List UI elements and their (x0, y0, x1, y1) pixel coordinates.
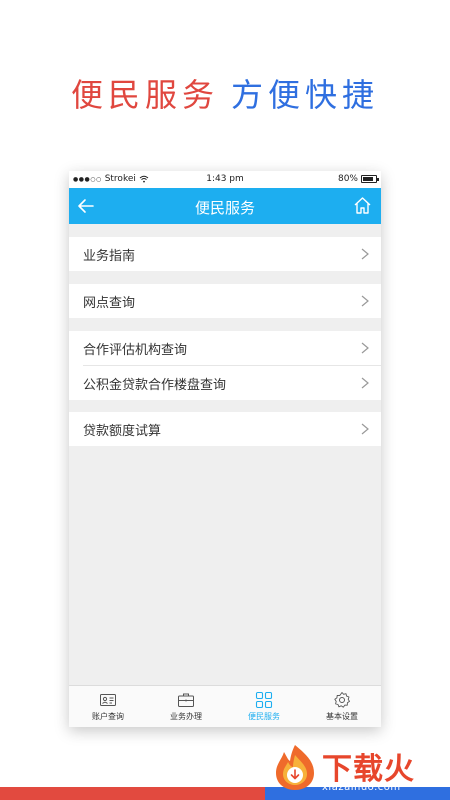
menu-item-label: 贷款额度试算 (83, 423, 162, 439)
headline-part-2: 方便快捷 (231, 76, 380, 114)
brand-logo: 下载火 xiazaihuo.com (262, 738, 450, 800)
chevron-right-icon (361, 342, 369, 354)
menu-item-label: 公积金贷款合作楼盘查询 (83, 377, 227, 393)
nav-bar: 便民服务 (69, 188, 381, 224)
gear-icon (334, 692, 350, 708)
promo-page: 便民服务 方便快捷 ●●●○○ Strokei 1:43 pm 80% 便民服务… (0, 0, 450, 800)
briefcase-icon (178, 693, 194, 707)
tab-label: 业务办理 (170, 712, 202, 721)
grid-icon (255, 691, 273, 709)
menu-item-label: 合作评估机构查询 (83, 342, 188, 358)
menu-item-loan-calculator[interactable]: 贷款额度试算 (69, 412, 381, 446)
chevron-right-icon (361, 423, 369, 435)
menu-item-business-guide[interactable]: 业务指南 (69, 237, 381, 271)
battery-percent: 80% (337, 174, 358, 184)
menu-item-loan-property-query[interactable]: 公积金贷款合作楼盘查询 (69, 366, 381, 400)
tab-label: 基本设置 (326, 712, 358, 721)
menu-item-label: 网点查询 (83, 295, 136, 311)
menu-group: 网点查询 (69, 284, 381, 318)
menu-group: 业务指南 (69, 237, 381, 271)
page-title: 便民服务 (194, 199, 255, 217)
chevron-right-icon (361, 248, 369, 260)
promo-headline: 便民服务 方便快捷 (0, 70, 450, 116)
chevron-right-icon (361, 377, 369, 389)
chevron-right-icon (361, 295, 369, 307)
tab-label: 账户查询 (92, 712, 124, 721)
menu-item-appraisal-agency-query[interactable]: 合作评估机构查询 (69, 331, 381, 365)
phone-screen: ●●●○○ Strokei 1:43 pm 80% 便民服务 业务指南 网点查询… (69, 171, 381, 727)
menu-group: 合作评估机构查询 公积金贷款合作楼盘查询 (69, 331, 381, 400)
tab-settings[interactable]: 基本设置 (303, 686, 381, 727)
tab-bar: 账户查询 业务办理 便民服务 基本设置 (69, 685, 381, 727)
status-time: 1:43 pm (206, 174, 244, 184)
tab-account-query[interactable]: 账户查询 (69, 686, 147, 727)
tab-label: 便民服务 (248, 712, 280, 721)
menu-group: 贷款额度试算 (69, 412, 381, 446)
menu-item-branch-query[interactable]: 网点查询 (69, 284, 381, 318)
status-bar: ●●●○○ Strokei 1:43 pm 80% (69, 171, 381, 188)
logo-url: xiazaihuo.com (322, 782, 401, 793)
id-card-icon (100, 694, 116, 706)
bottom-stripe-red (0, 787, 265, 800)
menu-item-label: 业务指南 (83, 248, 136, 264)
home-icon[interactable] (353, 196, 372, 215)
battery-icon (361, 175, 379, 183)
tab-business[interactable]: 业务办理 (147, 686, 225, 727)
flame-logo-icon (276, 745, 314, 790)
tab-convenience-services[interactable]: 便民服务 (225, 686, 303, 727)
headline-part-1: 便民服务 (70, 76, 219, 114)
